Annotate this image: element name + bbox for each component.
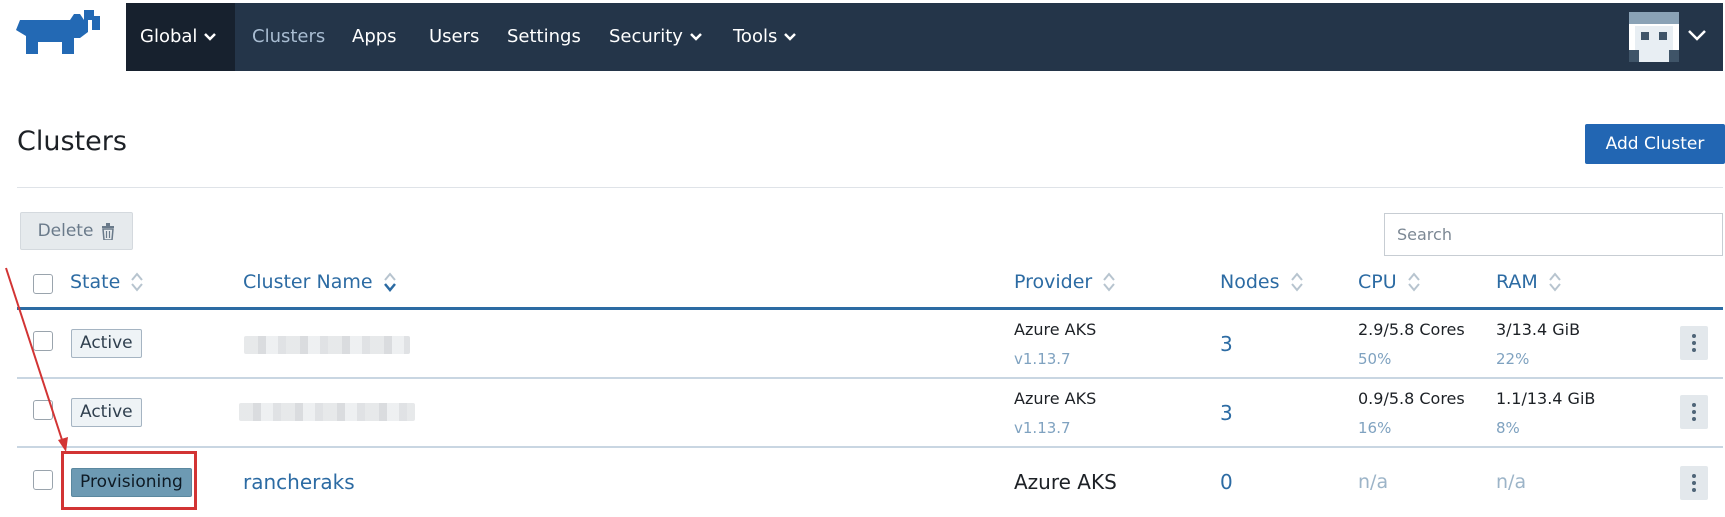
nav-item-users[interactable]: Users: [429, 3, 479, 71]
column-label-ram: RAM: [1496, 271, 1538, 293]
table-header-underline: [17, 307, 1723, 310]
select-all-checkbox[interactable]: [33, 274, 53, 294]
kebab-menu-icon: [1692, 488, 1696, 492]
top-navbar: Global Clusters Apps Users Settings Secu…: [126, 3, 1723, 71]
rancher-logo-icon[interactable]: [14, 10, 104, 58]
nav-item-global[interactable]: Global: [140, 3, 217, 71]
delete-label: Delete: [37, 221, 94, 241]
nav-global-label: Global: [140, 26, 198, 47]
column-header-ram[interactable]: RAM: [1496, 271, 1562, 293]
delete-button[interactable]: Delete: [20, 212, 133, 250]
row-divider: [17, 377, 1723, 379]
cpu-usage: 2.9/5.8 Cores: [1358, 320, 1465, 339]
search-input[interactable]: [1384, 213, 1723, 256]
nav-item-settings[interactable]: Settings: [507, 3, 581, 71]
column-label-nodes: Nodes: [1220, 271, 1280, 293]
ram-percent: 22%: [1496, 350, 1530, 368]
provider-version: v1.13.7: [1014, 350, 1071, 368]
row-checkbox[interactable]: [33, 400, 53, 420]
kebab-menu-icon: [1692, 410, 1696, 414]
kebab-menu-icon: [1692, 334, 1696, 338]
column-label-state: State: [70, 271, 121, 293]
column-header-provider[interactable]: Provider: [1014, 271, 1116, 293]
annotation-highlight-box: [61, 451, 197, 510]
sort-icon: [1407, 272, 1420, 292]
cpu-percent: 50%: [1358, 350, 1392, 368]
nav-item-clusters[interactable]: Clusters: [252, 3, 325, 71]
column-header-nodes[interactable]: Nodes: [1220, 271, 1304, 293]
cluster-name-redacted: [239, 403, 415, 421]
sort-icon: [131, 272, 144, 292]
nav-security-label: Security: [609, 26, 683, 47]
column-label-cpu: CPU: [1358, 271, 1397, 293]
cpu-percent: 16%: [1358, 419, 1392, 437]
kebab-menu-icon: [1692, 474, 1696, 478]
column-label-provider: Provider: [1014, 271, 1093, 293]
chevron-down-icon[interactable]: [1687, 28, 1707, 42]
nodes-count[interactable]: 3: [1220, 332, 1233, 356]
column-header-state[interactable]: State: [70, 271, 144, 293]
row-actions-button[interactable]: [1680, 466, 1708, 500]
kebab-menu-icon: [1692, 348, 1696, 352]
sort-icon: [1103, 272, 1116, 292]
chevron-down-icon: [204, 33, 217, 41]
kebab-menu-icon: [1692, 341, 1696, 345]
sort-icon: [1549, 272, 1561, 292]
kebab-menu-icon: [1692, 481, 1696, 485]
column-label-cluster-name: Cluster Name: [243, 271, 373, 293]
status-badge: Active: [71, 329, 142, 358]
provider-name: Azure AKS: [1014, 389, 1097, 408]
kebab-menu-icon: [1692, 417, 1696, 421]
nav-item-tools[interactable]: Tools: [733, 3, 797, 71]
nodes-count[interactable]: 0: [1220, 470, 1233, 494]
avatar-icon[interactable]: [1629, 12, 1679, 62]
ram-percent: 8%: [1496, 419, 1520, 437]
nav-tools-label: Tools: [733, 26, 778, 47]
chevron-down-icon: [690, 33, 702, 41]
sort-icon: [383, 272, 396, 292]
ram-usage: 3/13.4 GiB: [1496, 320, 1581, 339]
annotation-arrow: [5, 267, 68, 452]
page-title: Clusters: [17, 126, 127, 157]
cpu-usage: n/a: [1358, 471, 1389, 493]
sort-icon: [1290, 272, 1303, 292]
provider-version: v1.13.7: [1014, 419, 1071, 437]
ram-usage: 1.1/13.4 GiB: [1496, 389, 1596, 408]
row-actions-button[interactable]: [1680, 326, 1708, 360]
row-checkbox[interactable]: [33, 470, 53, 490]
provider-name: Azure AKS: [1014, 320, 1097, 339]
cluster-name-link[interactable]: rancheraks: [243, 470, 355, 494]
nav-item-security[interactable]: Security: [609, 3, 703, 71]
add-cluster-button[interactable]: Add Cluster: [1585, 124, 1725, 164]
column-header-cluster-name[interactable]: Cluster Name: [243, 271, 397, 293]
ram-usage: n/a: [1496, 471, 1527, 493]
row-checkbox[interactable]: [33, 331, 53, 351]
trash-icon: [102, 222, 115, 240]
cluster-name-redacted: [244, 336, 410, 354]
header-divider: [17, 187, 1723, 188]
row-divider: [17, 446, 1723, 448]
row-actions-button[interactable]: [1680, 395, 1708, 429]
chevron-down-icon: [784, 33, 797, 41]
kebab-menu-icon: [1692, 403, 1696, 407]
status-badge: Active: [71, 398, 142, 427]
provider-name: Azure AKS: [1014, 470, 1117, 494]
nav-item-apps[interactable]: Apps: [352, 3, 397, 71]
nodes-count[interactable]: 3: [1220, 401, 1233, 425]
column-header-cpu[interactable]: CPU: [1358, 271, 1421, 293]
nav-global-menu[interactable]: Global: [126, 3, 235, 71]
cpu-usage: 0.9/5.8 Cores: [1358, 389, 1465, 408]
